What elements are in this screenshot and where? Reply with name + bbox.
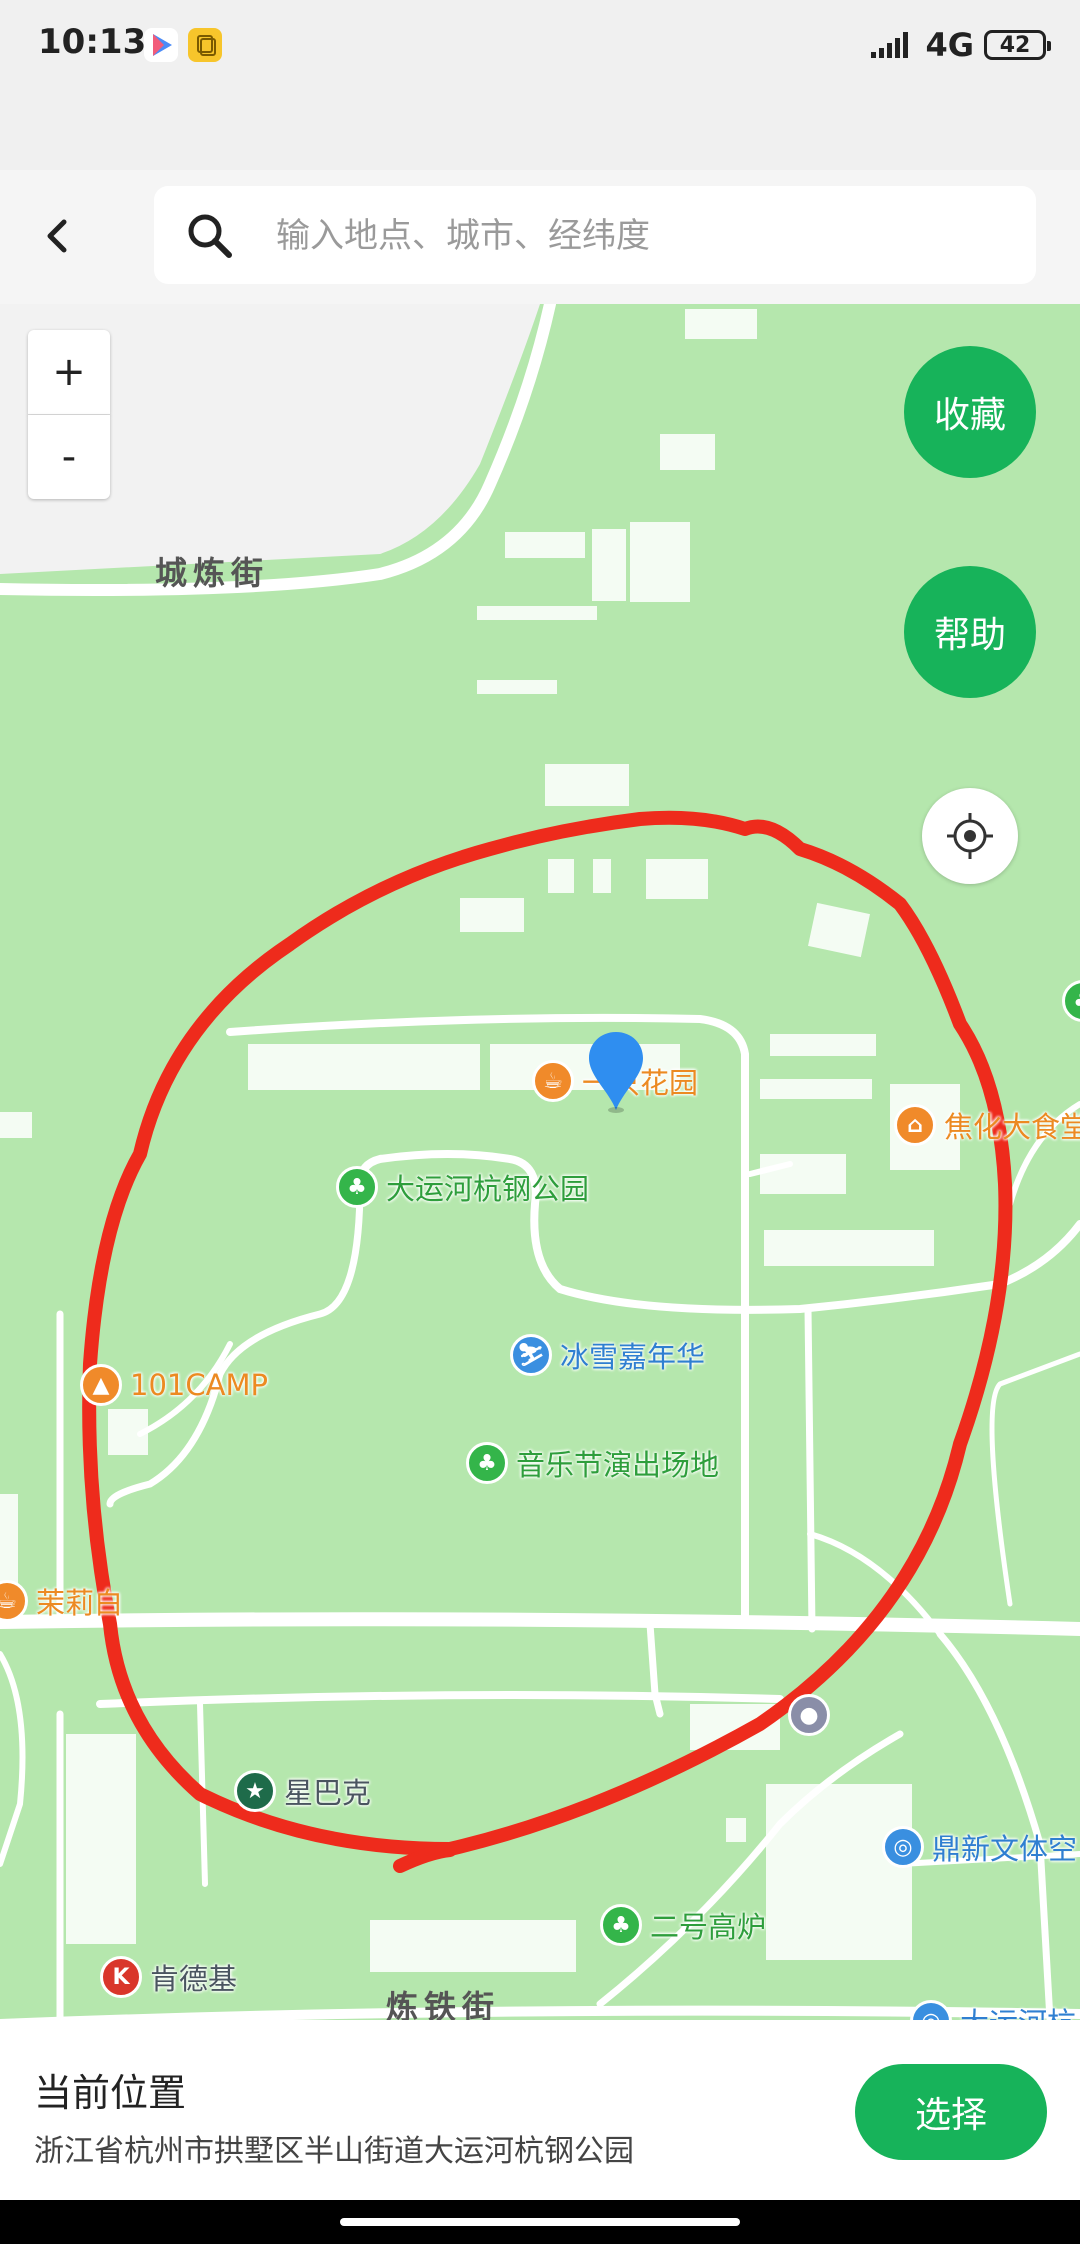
map-view[interactable]: + - 收藏 帮助 城炼街 炼铁街 ☕ 一只花园 ♣ 大运河杭钢公园 ⌂ 焦化大… xyxy=(0,304,1080,2020)
battery-level: 42 xyxy=(999,32,1031,58)
location-pin-icon xyxy=(589,1032,643,1113)
poi-service[interactable]: ● xyxy=(788,1694,830,1736)
crosshair-icon xyxy=(947,813,993,859)
zoom-in-button[interactable]: + xyxy=(28,330,110,415)
clipboard-app-icon xyxy=(188,28,222,62)
poi-sports[interactable]: ◎ 鼎新文体空 xyxy=(882,1826,1077,1868)
poi-park[interactable]: ♣ 大运河杭钢公园 xyxy=(336,1166,589,1208)
poi-food-court[interactable]: ⌂ 焦化大食堂 xyxy=(894,1104,1080,1146)
back-button[interactable] xyxy=(30,200,90,272)
poi-furnace[interactable]: ♣ 二号高炉 xyxy=(600,1904,766,1946)
poi-label: 101CAMP xyxy=(130,1368,268,1402)
network-type: 4G xyxy=(925,26,974,64)
poi-jasmine[interactable]: ☕ 茉莉白 xyxy=(0,1580,123,1622)
poi-music-venue[interactable]: ♣ 音乐节演出场地 xyxy=(466,1442,719,1484)
poi-label: 茉莉白 xyxy=(36,1586,124,1620)
search-input[interactable] xyxy=(274,186,1018,286)
location-address: 浙江省杭州市拱墅区半山街道大运河杭钢公园 xyxy=(34,2134,634,2169)
poi-canal[interactable]: ◎ 大运河杭 xyxy=(910,2000,1076,2020)
park-icon: ♣ xyxy=(1062,980,1080,1022)
signal-icon xyxy=(871,32,909,58)
poi-label: 鼎新文体空 xyxy=(932,1832,1078,1866)
favorite-button[interactable]: 收藏 xyxy=(904,346,1036,478)
poi-kfc[interactable]: K 肯德基 xyxy=(100,1956,237,1998)
restaurant-icon: ⌂ xyxy=(894,1104,936,1146)
park-icon: ♣ xyxy=(600,1904,642,1946)
ski-icon: ⛷ xyxy=(510,1334,552,1376)
help-button[interactable]: 帮助 xyxy=(904,566,1036,698)
locate-me-button[interactable] xyxy=(922,788,1018,884)
search-icon xyxy=(188,214,232,258)
cafe-icon: ☕ xyxy=(532,1060,574,1102)
cafe-icon: ☕ xyxy=(0,1580,28,1622)
poi-label: 大运河杭 xyxy=(960,2000,1076,2020)
street-label-north: 城炼街 xyxy=(155,554,270,592)
sports-icon: ◎ xyxy=(882,1826,924,1868)
kfc-icon: K xyxy=(100,1956,142,1998)
zoom-out-button[interactable]: - xyxy=(28,415,110,499)
poi-label: 二号高炉 xyxy=(650,1910,767,1944)
status-indicators: 4G 42 xyxy=(871,24,1051,66)
chevron-left-icon xyxy=(47,219,67,253)
poi-label: 大运河杭钢公园 xyxy=(386,1172,590,1206)
status-bar: 10:13 4G 42 xyxy=(0,0,1080,90)
landmark-icon: ◎ xyxy=(910,2000,952,2020)
person-icon: ● xyxy=(788,1694,830,1736)
park-icon: ♣ xyxy=(336,1166,378,1208)
poi-label: 音乐节演出场地 xyxy=(516,1448,720,1482)
camp-icon: ▲ xyxy=(80,1364,122,1406)
location-title: 当前位置 xyxy=(34,2071,187,2115)
play-store-icon xyxy=(144,28,178,62)
poi-starbucks[interactable]: ★ 星巴克 xyxy=(234,1770,371,1812)
starbucks-icon: ★ xyxy=(234,1770,276,1812)
battery-icon: 42 xyxy=(984,30,1051,60)
top-bar xyxy=(0,170,1080,305)
poi-ice-snow[interactable]: ⛷ 冰雪嘉年华 xyxy=(510,1334,705,1376)
location-panel: 当前位置 浙江省杭州市拱墅区半山街道大运河杭钢公园 选择 xyxy=(0,2020,1080,2200)
street-label-south: 炼铁街 xyxy=(386,1988,501,2020)
poi-label: 焦化大食堂 xyxy=(944,1110,1080,1144)
poi-label: 星巴克 xyxy=(284,1776,372,1810)
home-indicator[interactable] xyxy=(340,2218,740,2226)
poi-label: 肯德基 xyxy=(150,1962,238,1996)
select-button[interactable]: 选择 xyxy=(855,2064,1047,2160)
system-nav-bar xyxy=(0,2200,1080,2244)
poi-camp[interactable]: ▲ 101CAMP xyxy=(80,1364,268,1406)
search-box[interactable] xyxy=(154,186,1036,286)
status-time: 10:13 xyxy=(38,22,147,62)
poi-partial-east[interactable]: ♣ xyxy=(1062,980,1080,1022)
park-icon: ♣ xyxy=(466,1442,508,1484)
poi-label: 冰雪嘉年华 xyxy=(560,1340,706,1374)
